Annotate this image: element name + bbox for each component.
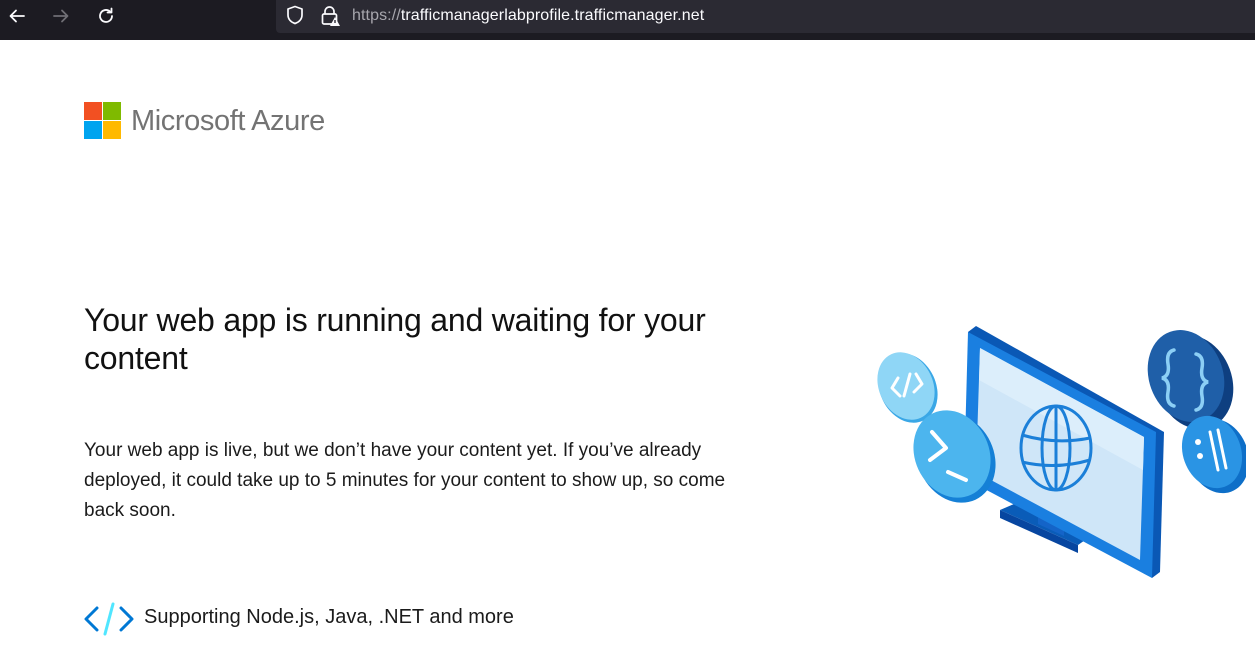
arrow-right-icon <box>53 9 69 23</box>
monitor-globe-illustration <box>877 326 1246 578</box>
supported-languages: Supporting Node.js, Java, .NET and more <box>84 600 544 636</box>
logo-text: Microsoft Azure <box>131 105 325 137</box>
browser-toolbar: https://trafficmanagerlabprofile.traffic… <box>0 0 1255 40</box>
support-text: Supporting Node.js, Java, .NET and more <box>144 606 514 628</box>
code-brackets-icon <box>84 602 134 636</box>
arrow-left-icon <box>9 9 25 23</box>
lock-warning-icon[interactable] <box>318 4 342 28</box>
reload-icon <box>99 7 113 23</box>
address-bar[interactable]: https://trafficmanagerlabprofile.traffic… <box>276 0 1255 33</box>
url-text[interactable]: https://trafficmanagerlabprofile.traffic… <box>352 7 704 25</box>
shield-icon[interactable] <box>284 4 306 26</box>
microsoft-logo-icon <box>84 102 121 139</box>
page-title: Your web app is running and waiting for … <box>84 302 706 376</box>
url-host: trafficmanagerlabprofile.trafficmanager.… <box>400 7 705 24</box>
url-scheme: https:// <box>352 7 401 24</box>
forward-button[interactable] <box>46 3 76 29</box>
reload-button[interactable] <box>91 3 121 29</box>
back-button[interactable] <box>2 3 32 29</box>
page-description: Your web app is live, but we don’t have … <box>84 440 726 521</box>
